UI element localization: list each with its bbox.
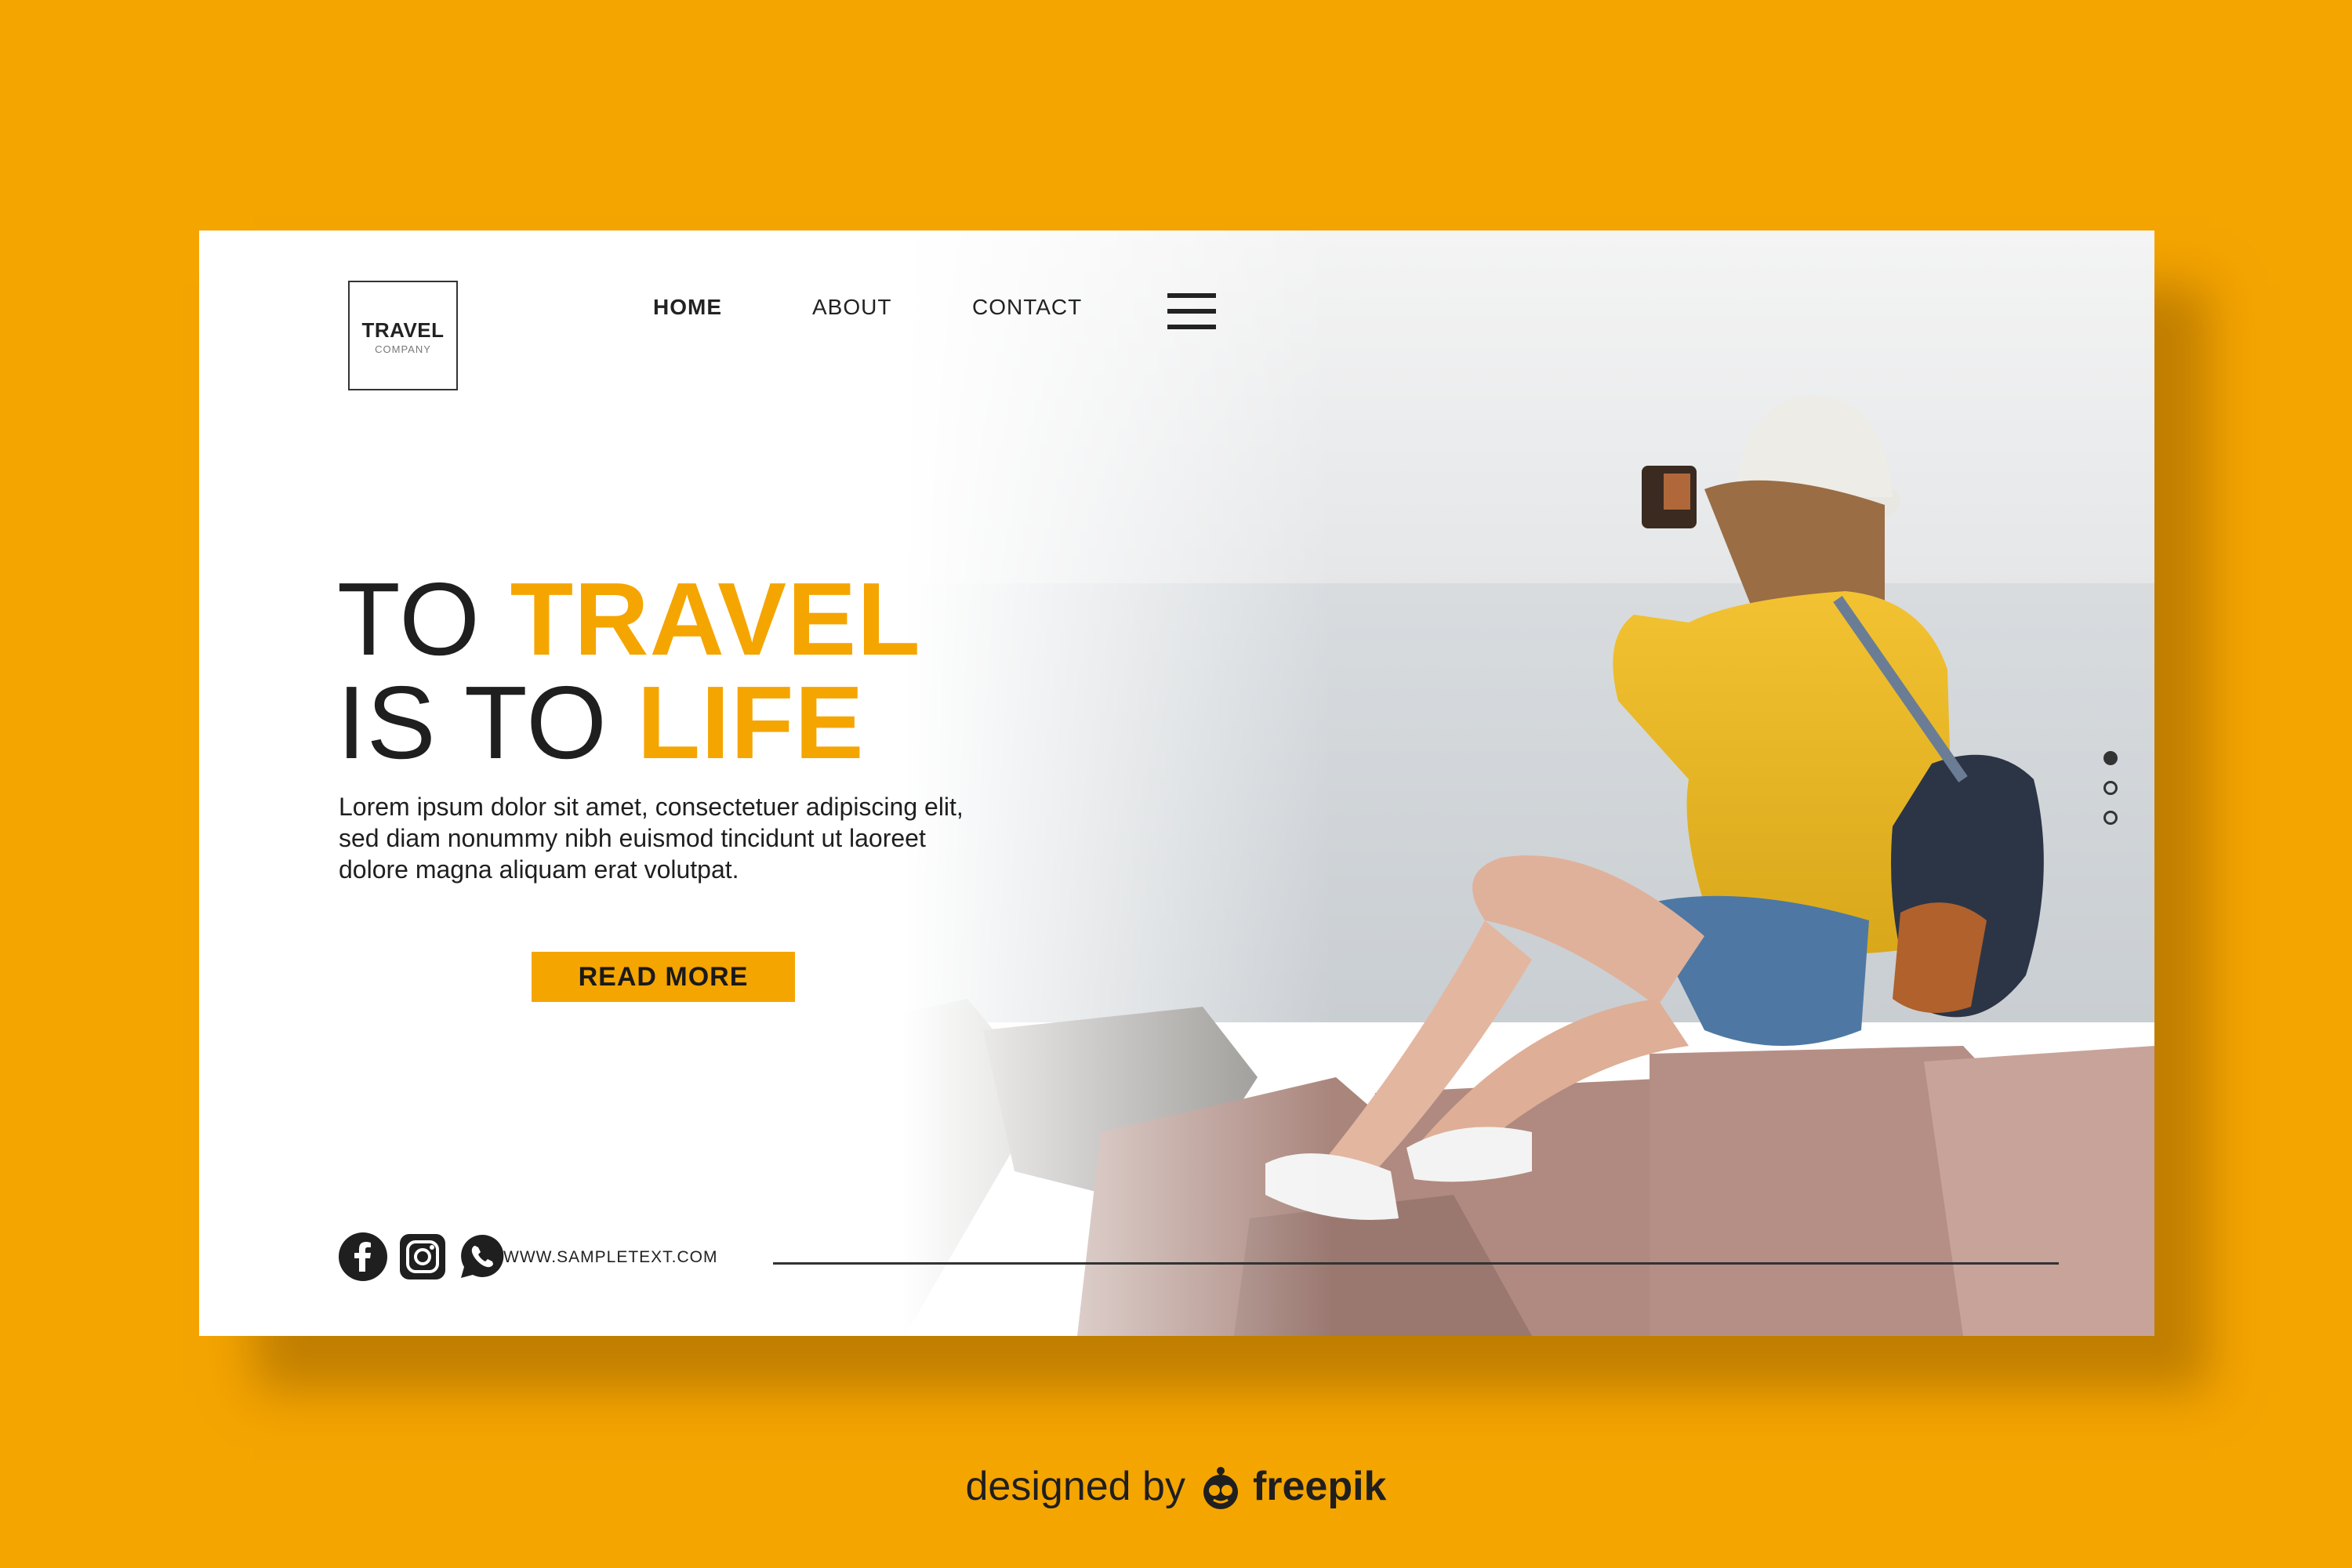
headline-plain-2: IS TO <box>337 665 637 780</box>
headline-line-2: IS TO LIFE <box>337 671 921 775</box>
headline-highlight-1: TRAVEL <box>510 561 921 677</box>
nav-item-contact[interactable]: CONTACT <box>972 295 1082 320</box>
hero-headline: TO TRAVEL IS TO LIFE <box>337 568 921 775</box>
read-more-button[interactable]: READ MORE <box>532 952 795 1002</box>
landing-page-card: TRAVEL COMPANY HOME ABOUT CONTACT TO TRA… <box>199 230 2154 1336</box>
attribution-prefix: designed by <box>965 1464 1185 1509</box>
whatsapp-icon[interactable] <box>458 1232 506 1281</box>
logo-subtitle: COMPANY <box>375 343 431 355</box>
nav-item-home[interactable]: HOME <box>653 295 722 320</box>
website-url[interactable]: WWW.SAMPLETEXT.COM <box>503 1248 718 1267</box>
facebook-icon[interactable] <box>339 1232 387 1281</box>
nav-item-about[interactable]: ABOUT <box>812 295 891 320</box>
hamburger-icon[interactable] <box>1167 293 1216 329</box>
slider-pagination <box>2103 751 2122 840</box>
hero-description: Lorem ipsum dolor sit amet, consectetuer… <box>339 793 964 884</box>
freepik-mascot-icon <box>1196 1465 1245 1513</box>
footer-divider <box>773 1262 2059 1265</box>
logo-title: TRAVEL <box>361 318 445 342</box>
slider-dot-1[interactable] <box>2103 751 2118 765</box>
slider-dot-3[interactable] <box>2103 811 2118 825</box>
hero-photo <box>199 230 2154 1336</box>
slider-dot-2[interactable] <box>2103 781 2118 795</box>
company-logo[interactable]: TRAVEL COMPANY <box>348 281 458 390</box>
headline-highlight-2: LIFE <box>637 665 865 780</box>
headline-plain-1: TO <box>337 561 510 677</box>
attribution: designed by freepik <box>0 1463 2352 1513</box>
attribution-brand[interactable]: freepik <box>1253 1464 1387 1509</box>
instagram-icon[interactable] <box>398 1232 447 1281</box>
headline-line-1: TO TRAVEL <box>337 568 921 671</box>
